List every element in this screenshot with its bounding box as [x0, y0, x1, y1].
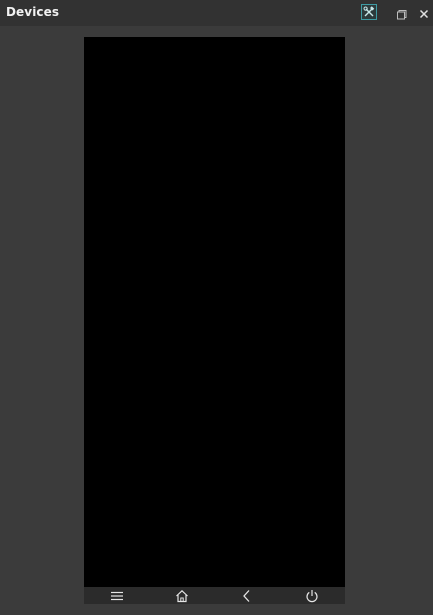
home-icon: [175, 589, 188, 602]
menu-icon: [110, 591, 123, 600]
restore-window-icon: [397, 10, 407, 20]
device-screen[interactable]: [84, 37, 345, 587]
home-button[interactable]: [149, 587, 214, 604]
panel-titlebar: Devices: [0, 0, 433, 26]
close-icon: [419, 9, 429, 19]
panel-toolbar-strip: [0, 26, 433, 36]
back-icon: [242, 589, 249, 602]
power-icon: [305, 589, 318, 602]
device-nav-bar: [84, 587, 345, 604]
device-tools-button[interactable]: [361, 4, 377, 20]
back-button[interactable]: [214, 587, 279, 604]
restore-window-button[interactable]: [396, 6, 408, 20]
power-button[interactable]: [279, 587, 344, 604]
devices-panel: Devices: [0, 0, 433, 615]
device-frame: [84, 37, 345, 604]
menu-button[interactable]: [84, 587, 149, 604]
close-panel-button[interactable]: [418, 5, 430, 19]
hammer-wrench-icon: [363, 6, 375, 17]
panel-title: Devices: [6, 5, 60, 19]
